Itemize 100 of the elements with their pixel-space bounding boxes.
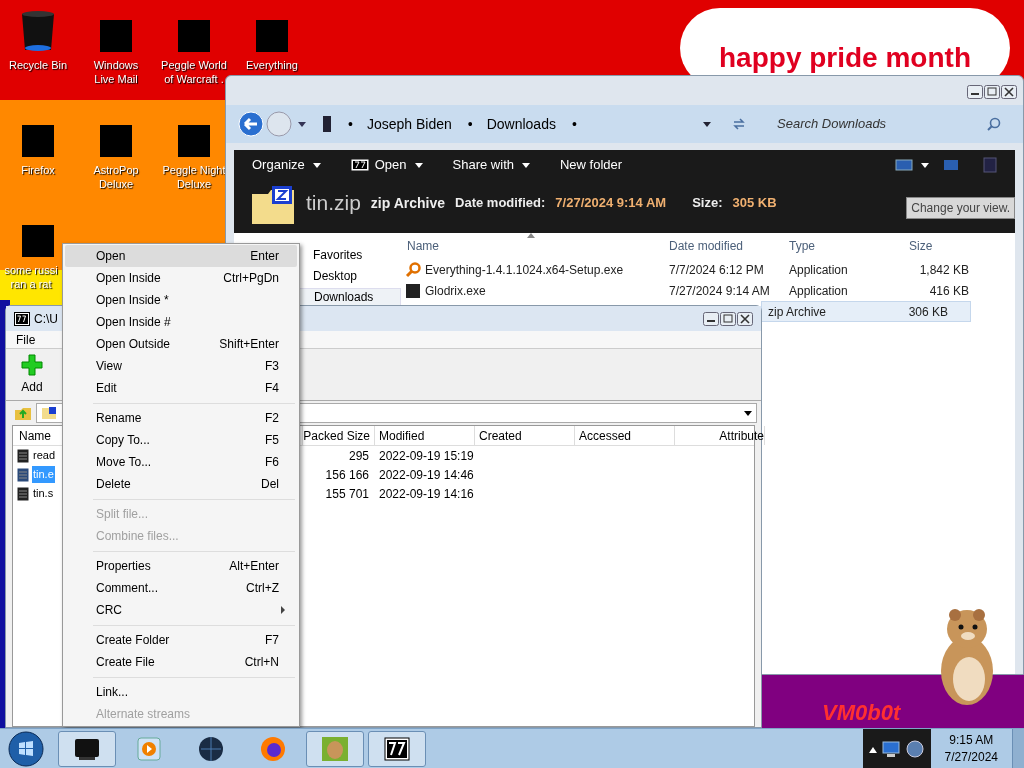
date-cell-text: 2022-09-19 14:46 bbox=[378, 466, 474, 484]
column-header[interactable]: Date modified bbox=[663, 237, 783, 255]
menu-item[interactable]: CRC bbox=[65, 599, 297, 621]
toolbar-button[interactable]: Add bbox=[14, 353, 50, 396]
breadcrumb-separator: • bbox=[467, 114, 473, 134]
network-icon[interactable] bbox=[880, 739, 901, 758]
column-header[interactable]: Name bbox=[401, 237, 663, 255]
maximize-icon[interactable] bbox=[720, 311, 736, 326]
window-title: C:\U bbox=[34, 310, 58, 328]
detail-value: 305 KB bbox=[732, 194, 777, 213]
column-header[interactable]: Accessed bbox=[575, 426, 675, 445]
menu-item[interactable]: Open Inside Ctrl+PgDn bbox=[65, 267, 297, 289]
toolbar-button[interactable]: Open bbox=[350, 155, 423, 175]
file-icon bbox=[17, 467, 29, 482]
column-header[interactable]: Packed Size bbox=[303, 426, 375, 445]
search-icon bbox=[987, 117, 1001, 131]
menu-item[interactable]: Rename F2 bbox=[65, 407, 297, 429]
desktop-icon-label[interactable]: Recycle Bin bbox=[8, 58, 68, 72]
size-cell-text: 306 KB bbox=[907, 303, 949, 321]
selected-row[interactable]: zip Archive 306 KB bbox=[761, 301, 971, 322]
file-name[interactable]: tin.s bbox=[32, 485, 55, 502]
date-cell-text: 7/7/2024 6:12 PM bbox=[668, 261, 765, 279]
toolbar-button[interactable]: New folder bbox=[560, 155, 623, 175]
size-cell-text: 295 bbox=[347, 447, 370, 465]
detail-label: Date modified: bbox=[455, 194, 546, 213]
speaker-icon[interactable] bbox=[904, 739, 925, 758]
desktop-icon-label[interactable]: Everything bbox=[246, 58, 298, 72]
refresh-icon[interactable] bbox=[731, 117, 747, 131]
menu-item[interactable]: Open Outside Shift+Enter bbox=[65, 333, 297, 355]
menu-item[interactable]: Open Enter bbox=[65, 245, 297, 267]
type-cell-text: zip Archive bbox=[767, 303, 828, 321]
search-field[interactable]: Search Downloads bbox=[767, 112, 1011, 136]
size-cell-text: 156 166 bbox=[324, 466, 370, 484]
size-cell-text: 1,842 KB bbox=[918, 261, 970, 279]
file-name[interactable]: Everything-1.4.1.1024.x64-Setup.exe bbox=[425, 260, 624, 279]
menu-item[interactable]: Comment... Ctrl+Z bbox=[65, 577, 297, 599]
tooltip: Change your view. bbox=[906, 197, 1015, 219]
column-header[interactable]: Type bbox=[783, 237, 903, 255]
zip-folder-icon bbox=[250, 184, 296, 226]
wallpaper-text: happy pride month bbox=[719, 44, 971, 75]
menu-item[interactable]: View F3 bbox=[65, 355, 297, 377]
archive-app-icon bbox=[14, 311, 30, 326]
folder-up-icon[interactable] bbox=[14, 405, 32, 421]
archive-icon bbox=[350, 159, 369, 171]
plus-icon bbox=[21, 353, 43, 376]
magnifier-icon bbox=[405, 261, 421, 278]
menu-item[interactable]: Create File Ctrl+N bbox=[65, 651, 297, 673]
size-cell-text: 155 701 bbox=[324, 485, 370, 503]
zip-icon bbox=[41, 406, 57, 420]
menu-item[interactable]: Edit F4 bbox=[65, 377, 297, 399]
taskbar-button[interactable] bbox=[58, 730, 116, 767]
type-cell-text: Application bbox=[788, 282, 849, 300]
column-header[interactable]: Modified bbox=[375, 426, 475, 445]
file-icon bbox=[17, 486, 29, 501]
caret-icon[interactable] bbox=[703, 121, 711, 127]
breadcrumb-item[interactable]: Downloads bbox=[486, 113, 556, 135]
breadcrumb-item[interactable]: Joseph Biden bbox=[366, 113, 452, 135]
app-icon bbox=[405, 282, 421, 299]
computer-icon bbox=[322, 115, 332, 133]
menu-item[interactable]: Copy To... F5 bbox=[65, 429, 297, 451]
column-header[interactable]: Attribute bbox=[675, 426, 765, 445]
menu-item[interactable]: Move To... F6 bbox=[65, 451, 297, 473]
menu-item[interactable]: Delete Del bbox=[65, 473, 297, 495]
type-cell-text: Application bbox=[788, 261, 849, 279]
menu-item[interactable]: File bbox=[16, 330, 36, 349]
taskbar-button[interactable] bbox=[368, 730, 426, 767]
dropdown-caret-icon[interactable] bbox=[744, 410, 752, 416]
menu-item[interactable]: Open Inside # bbox=[65, 311, 297, 333]
minimize-icon[interactable] bbox=[703, 311, 719, 326]
maximize-icon[interactable] bbox=[984, 85, 1000, 99]
file-icon bbox=[17, 448, 29, 463]
desktop-icon-label[interactable]: Peggle World of Warcraft . bbox=[161, 58, 227, 86]
preview-pane-icon[interactable] bbox=[943, 159, 959, 171]
breadcrumb-separator: • bbox=[348, 114, 353, 134]
date-cell-text: 2022-09-19 14:16 bbox=[378, 485, 474, 503]
date-cell-text: 2022-09-19 15:19 bbox=[378, 447, 474, 465]
menu-item[interactable]: Properties Alt+Enter bbox=[65, 555, 297, 577]
start-orb-icon[interactable] bbox=[8, 730, 44, 767]
column-header[interactable]: Created bbox=[475, 426, 575, 445]
file-name: tin.zip bbox=[306, 190, 361, 217]
file-type: zip Archive bbox=[370, 193, 446, 213]
column-header[interactable]: Size bbox=[903, 237, 971, 255]
file-name[interactable]: Glodrix.exe bbox=[425, 281, 486, 300]
close-icon[interactable] bbox=[1001, 85, 1017, 99]
menu-item[interactable]: Link... bbox=[65, 681, 297, 703]
toolbar-button[interactable]: Organize bbox=[252, 155, 321, 175]
date-cell-text: 7/27/2024 9:14 AM bbox=[668, 282, 771, 300]
desktop-icon-label[interactable]: Windows Live Mail bbox=[83, 58, 149, 86]
toolbar-button[interactable]: Share with bbox=[452, 155, 530, 175]
caret-icon[interactable] bbox=[921, 162, 929, 168]
menu-item[interactable]: Create Folder F7 bbox=[65, 629, 297, 651]
detail-value: 7/27/2024 9:14 AM bbox=[555, 194, 667, 213]
wallpaper-logo: VM0b0t bbox=[822, 702, 901, 724]
detail-label: Size: bbox=[692, 194, 723, 213]
minimize-icon[interactable] bbox=[967, 85, 983, 99]
file-name[interactable]: read bbox=[32, 447, 57, 464]
size-cell-text: 416 KB bbox=[928, 282, 970, 300]
clock[interactable]: 9:15 AM 7/27/2024 bbox=[930, 731, 1012, 766]
close-icon[interactable] bbox=[737, 311, 753, 326]
caret-icon[interactable] bbox=[298, 121, 306, 127]
